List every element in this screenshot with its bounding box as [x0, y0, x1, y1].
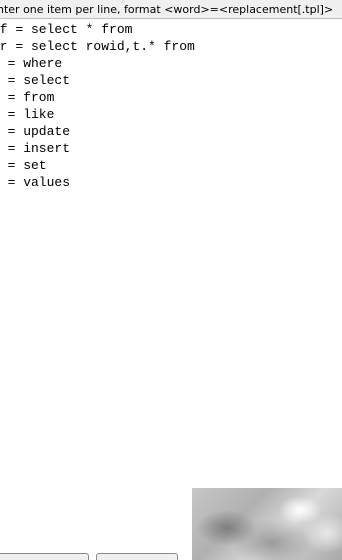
editor-line: v = values — [7, 175, 71, 190]
autoreplace-text-area[interactable]: sf = select * from sr = select rowid,t.*… — [0, 19, 342, 540]
editor-line: l = like — [7, 107, 55, 122]
editor-line: u = update — [7, 124, 71, 139]
editor-line: sr = select rowid,t.* from — [0, 39, 195, 54]
editor-line: i = insert — [7, 141, 71, 156]
editor-line: s = select — [7, 73, 71, 88]
editor-line: sf = select * from — [0, 22, 133, 37]
preview-thumbnail — [192, 488, 342, 560]
instruction-label: nter one item per line, format <word>=<r… — [0, 0, 342, 19]
editor-line: f = from — [7, 90, 55, 105]
dialog-button-right[interactable] — [96, 553, 178, 560]
dialog-button-left[interactable] — [0, 553, 89, 560]
editor-line: s = set — [7, 158, 47, 173]
editor-line: w = where — [7, 56, 63, 71]
